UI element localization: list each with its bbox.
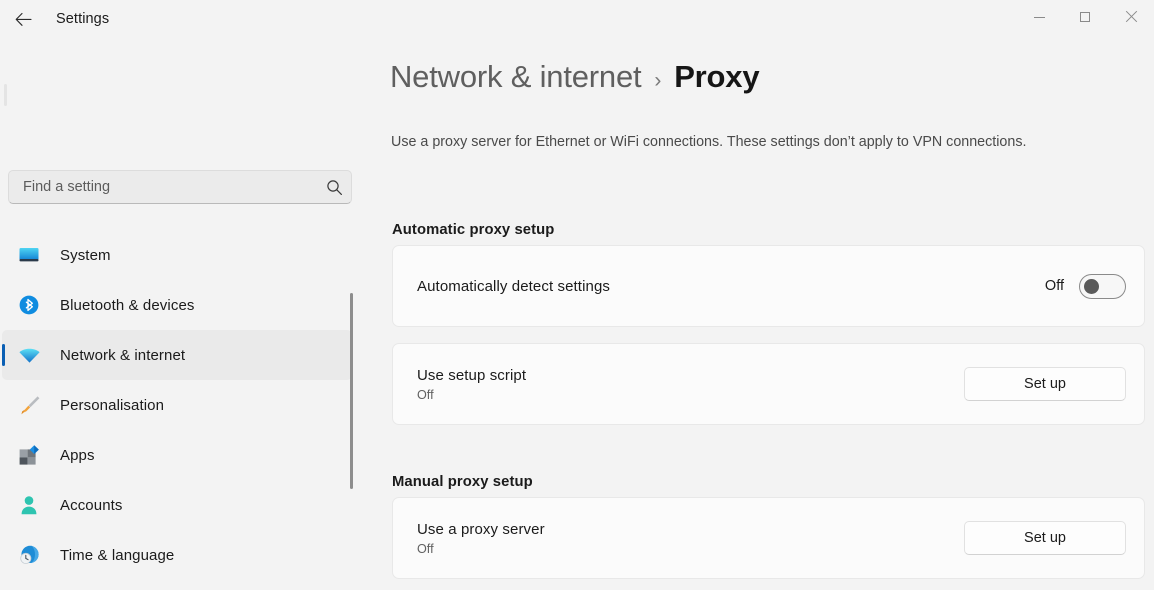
window-caption-buttons bbox=[1016, 0, 1154, 34]
toggle-state-label: Off bbox=[1044, 278, 1064, 294]
row-subtitle: Off bbox=[417, 541, 434, 556]
search-input[interactable] bbox=[9, 179, 317, 195]
row-text-group: Automatically detect settings bbox=[417, 278, 1045, 295]
breadcrumb: Network & internet › Proxy bbox=[390, 59, 760, 95]
selection-indicator bbox=[2, 344, 5, 366]
card-use-a-proxy-server: Use a proxy server Off Set up bbox=[392, 497, 1145, 579]
back-button[interactable] bbox=[6, 4, 40, 34]
sidebar-item-label: Network & internet bbox=[60, 346, 186, 364]
sidebar: System Bluetooth & devices bbox=[0, 38, 360, 590]
page-title: Proxy bbox=[674, 59, 760, 94]
sidebar-nav: System Bluetooth & devices Network & int… bbox=[0, 230, 360, 580]
sidebar-item-accounts[interactable]: Accounts bbox=[2, 480, 352, 530]
sidebar-item-label: Apps bbox=[60, 446, 95, 464]
close-button[interactable] bbox=[1108, 0, 1154, 34]
toggle-knob bbox=[1084, 278, 1099, 294]
sidebar-item-time-language[interactable]: Time & language bbox=[2, 530, 352, 580]
row-title: Use a proxy server bbox=[417, 520, 545, 538]
sidebar-item-apps[interactable]: Apps bbox=[2, 430, 352, 480]
sidebar-item-label: Accounts bbox=[60, 496, 123, 514]
main-content: Network & internet › Proxy Use a proxy s… bbox=[360, 38, 1154, 590]
sidebar-item-label: System bbox=[60, 246, 111, 264]
monitor-icon bbox=[16, 242, 42, 268]
row-automatically-detect-settings: Automatically detect settings Off bbox=[393, 246, 1144, 326]
title-bar: Settings bbox=[0, 0, 1154, 38]
card-automatically-detect-settings: Automatically detect settings Off bbox=[392, 245, 1145, 327]
search-icon[interactable] bbox=[317, 179, 351, 196]
row-subtitle: Off bbox=[417, 387, 434, 402]
arrow-left-icon bbox=[15, 12, 32, 27]
sidebar-item-bluetooth-devices[interactable]: Bluetooth & devices bbox=[2, 280, 352, 330]
bluetooth-icon bbox=[16, 292, 42, 318]
settings-window: Settings Find a setting System Bluetooth… bbox=[0, 0, 1154, 590]
row-use-setup-script: Use setup script Off Set up bbox=[393, 344, 1144, 424]
maximize-icon bbox=[1080, 12, 1090, 22]
app-title: Settings bbox=[56, 11, 110, 27]
card-use-setup-script: Use setup script Off Set up bbox=[392, 343, 1145, 425]
row-text-group: Use setup script Off bbox=[417, 367, 964, 402]
row-title: Use setup script bbox=[417, 366, 527, 384]
minimize-icon bbox=[1033, 16, 1045, 18]
row-title: Automatically detect settings bbox=[417, 277, 610, 295]
section-heading-automatic-proxy-setup: Automatic proxy setup bbox=[392, 222, 555, 238]
sidebar-item-network-internet[interactable]: Network & internet bbox=[2, 330, 352, 380]
section-heading-manual-proxy-setup: Manual proxy setup bbox=[392, 474, 533, 490]
use-setup-script-set-up-button[interactable]: Set up bbox=[964, 367, 1126, 401]
paintbrush-icon bbox=[16, 392, 42, 418]
sidebar-scrollbar-thumb[interactable] bbox=[350, 293, 353, 489]
page-description: Use a proxy server for Ethernet or WiFi … bbox=[391, 134, 1027, 150]
row-use-a-proxy-server: Use a proxy server Off Set up bbox=[393, 498, 1144, 578]
sidebar-item-label: Time & language bbox=[60, 546, 175, 564]
minimize-button[interactable] bbox=[1016, 0, 1062, 34]
use-a-proxy-server-set-up-button[interactable]: Set up bbox=[964, 521, 1126, 555]
sidebar-item-personalisation[interactable]: Personalisation bbox=[2, 380, 352, 430]
automatically-detect-settings-toggle[interactable] bbox=[1079, 273, 1126, 299]
breadcrumb-parent-link[interactable]: Network & internet bbox=[390, 59, 642, 95]
wifi-icon bbox=[16, 342, 42, 368]
sidebar-item-label: Bluetooth & devices bbox=[60, 296, 195, 314]
sidebar-item-system[interactable]: System bbox=[2, 230, 352, 280]
row-text-group: Use a proxy server Off bbox=[417, 521, 964, 556]
search-box[interactable] bbox=[8, 170, 352, 204]
toggle-group: Off bbox=[1044, 273, 1126, 299]
clock-globe-icon bbox=[16, 542, 42, 568]
person-icon bbox=[16, 492, 42, 518]
profile-placeholder bbox=[4, 84, 7, 106]
chevron-right-icon: › bbox=[654, 69, 662, 92]
maximize-button[interactable] bbox=[1062, 0, 1108, 34]
apps-icon bbox=[16, 442, 42, 468]
sidebar-item-label: Personalisation bbox=[60, 396, 165, 414]
close-icon bbox=[1125, 11, 1137, 23]
